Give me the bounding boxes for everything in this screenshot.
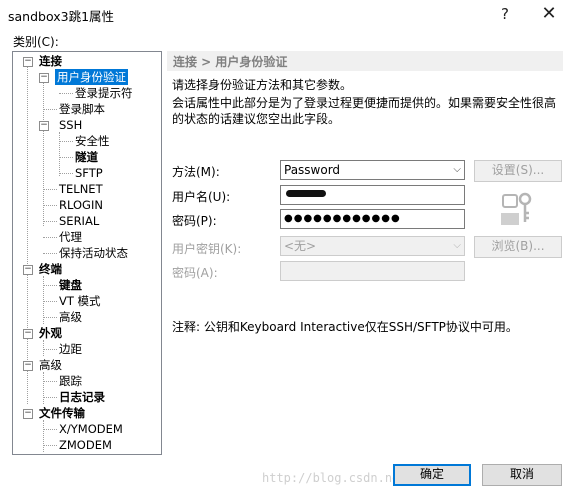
tree-item-tunnel[interactable]: 隧道 — [75, 149, 98, 165]
tree-item-auth[interactable]: 用户身份验证 — [55, 69, 128, 85]
category-label: 类别(C): — [13, 35, 59, 49]
tree-guide-line — [59, 173, 73, 174]
collapse-icon[interactable]: − — [23, 361, 33, 371]
tree-guide-line — [43, 76, 44, 226]
tree-guide-line — [43, 420, 44, 452]
method-select[interactable]: Password ⌵ — [280, 160, 465, 180]
tree-item-xymodem[interactable]: X/YMODEM — [59, 421, 123, 437]
description-line: 会话属性中此部分是为了登录过程更便捷而提供的。如果需要安全性很高 — [172, 96, 557, 110]
tree-guide-line — [59, 132, 60, 176]
collapse-icon[interactable]: − — [39, 121, 49, 131]
tree-guide-line — [27, 64, 28, 404]
tree-item-telnet[interactable]: TELNET — [59, 181, 103, 197]
tree-item-file-transfer[interactable]: 文件传输 — [39, 405, 85, 421]
close-button[interactable]: ✕ — [532, 2, 566, 26]
description-line: 的状态的话建议您空出此字段。 — [172, 112, 341, 126]
browse-button[interactable]: 浏览(B)... — [474, 236, 562, 258]
user-key-select[interactable]: <无> ⌵ — [280, 236, 465, 256]
username-label: 用户名(U): — [172, 190, 231, 204]
passphrase-label: 密码(A): — [172, 266, 218, 280]
tree-item-rlogin[interactable]: RLOGIN — [59, 197, 103, 213]
tree-item-logging[interactable]: 日志记录 — [59, 389, 105, 405]
tree-item-sftp[interactable]: SFTP — [75, 165, 103, 181]
collapse-icon[interactable]: − — [39, 73, 49, 83]
user-key-value: <无> — [284, 239, 317, 253]
tree-guide-line — [59, 157, 73, 158]
tree-item-connection[interactable]: 连接 — [39, 53, 62, 69]
tree-guide-line — [43, 340, 44, 356]
tree-guide-line — [43, 445, 57, 446]
setup-button[interactable]: 设置(S)... — [474, 160, 562, 182]
tree-guide-line — [43, 109, 57, 110]
password-input[interactable]: ●●●●●●●●●●●● — [280, 209, 465, 229]
description-line: 请选择身份验证方法和其它参数。 — [172, 78, 353, 92]
section-title: 连接 > 用户身份验证 — [173, 55, 288, 69]
collapse-icon[interactable]: − — [23, 329, 33, 339]
chevron-down-icon: ⌵ — [453, 164, 461, 175]
tree-guide-line — [59, 93, 73, 94]
tree-item-terminal[interactable]: 终端 — [39, 261, 62, 277]
ok-button[interactable]: 确定 — [393, 464, 471, 486]
redaction-mark — [286, 190, 326, 197]
collapse-icon[interactable]: − — [23, 265, 33, 275]
user-key-label: 用户密钥(K): — [172, 242, 242, 256]
tree-guide-line — [43, 429, 57, 430]
tree-guide-line — [59, 141, 73, 142]
tree-item-serial[interactable]: SERIAL — [59, 213, 99, 229]
method-label: 方法(M): — [172, 165, 220, 179]
passphrase-input[interactable] — [280, 261, 465, 281]
password-label: 密码(P): — [172, 214, 217, 228]
help-button[interactable]: ? — [490, 2, 520, 26]
tree-item-security[interactable]: 安全性 — [75, 133, 110, 149]
chevron-down-icon: ⌵ — [453, 240, 461, 251]
tree-item-proxy[interactable]: 代理 — [59, 229, 82, 245]
tree-item-keyboard[interactable]: 键盘 — [59, 277, 82, 293]
tree-item-keepalive[interactable]: 保持活动状态 — [59, 245, 128, 261]
tree-guide-line — [43, 285, 57, 286]
collapse-icon[interactable]: − — [23, 409, 33, 419]
category-tree[interactable]: − 连接 − 用户身份验证 登录提示符 登录脚本 − SSH 安全性 隧道 SF… — [12, 51, 162, 455]
tree-item-trace[interactable]: 跟踪 — [59, 373, 82, 389]
tree-guide-line — [43, 205, 57, 206]
tree-guide-line — [43, 372, 44, 404]
tree-item-vt-mode[interactable]: VT 模式 — [59, 293, 101, 309]
tree-item-appearance[interactable]: 外观 — [39, 325, 62, 341]
tree-item-login-prompt[interactable]: 登录提示符 — [75, 85, 133, 101]
tree-guide-line — [43, 253, 57, 254]
tree-item-ssh[interactable]: SSH — [59, 117, 82, 133]
tree-guide-line — [43, 189, 57, 190]
tree-guide-line — [43, 301, 57, 302]
tree-guide-line — [43, 221, 57, 222]
tree-guide-line — [43, 349, 57, 350]
note-text: 注释: 公钥和Keyboard Interactive仅在SSH/SFTP协议中… — [172, 320, 518, 334]
tree-item-login-script[interactable]: 登录脚本 — [59, 101, 105, 117]
method-value: Password — [284, 163, 341, 177]
tree-guide-line — [43, 237, 57, 238]
tree-item-advanced[interactable]: 高级 — [39, 357, 62, 373]
cancel-button[interactable]: 取消 — [482, 464, 562, 486]
tree-item-zmodem[interactable]: ZMODEM — [59, 437, 112, 453]
window-title: sandbox3跳1属性 — [8, 9, 115, 24]
tree-guide-line — [43, 397, 57, 398]
user-key-icon — [501, 192, 532, 225]
collapse-icon[interactable]: − — [23, 57, 33, 67]
tree-guide-line — [43, 317, 57, 318]
tree-item-margin[interactable]: 边距 — [59, 341, 82, 357]
tree-guide-line — [43, 381, 57, 382]
tree-item-terminal-advanced[interactable]: 高级 — [59, 309, 82, 325]
